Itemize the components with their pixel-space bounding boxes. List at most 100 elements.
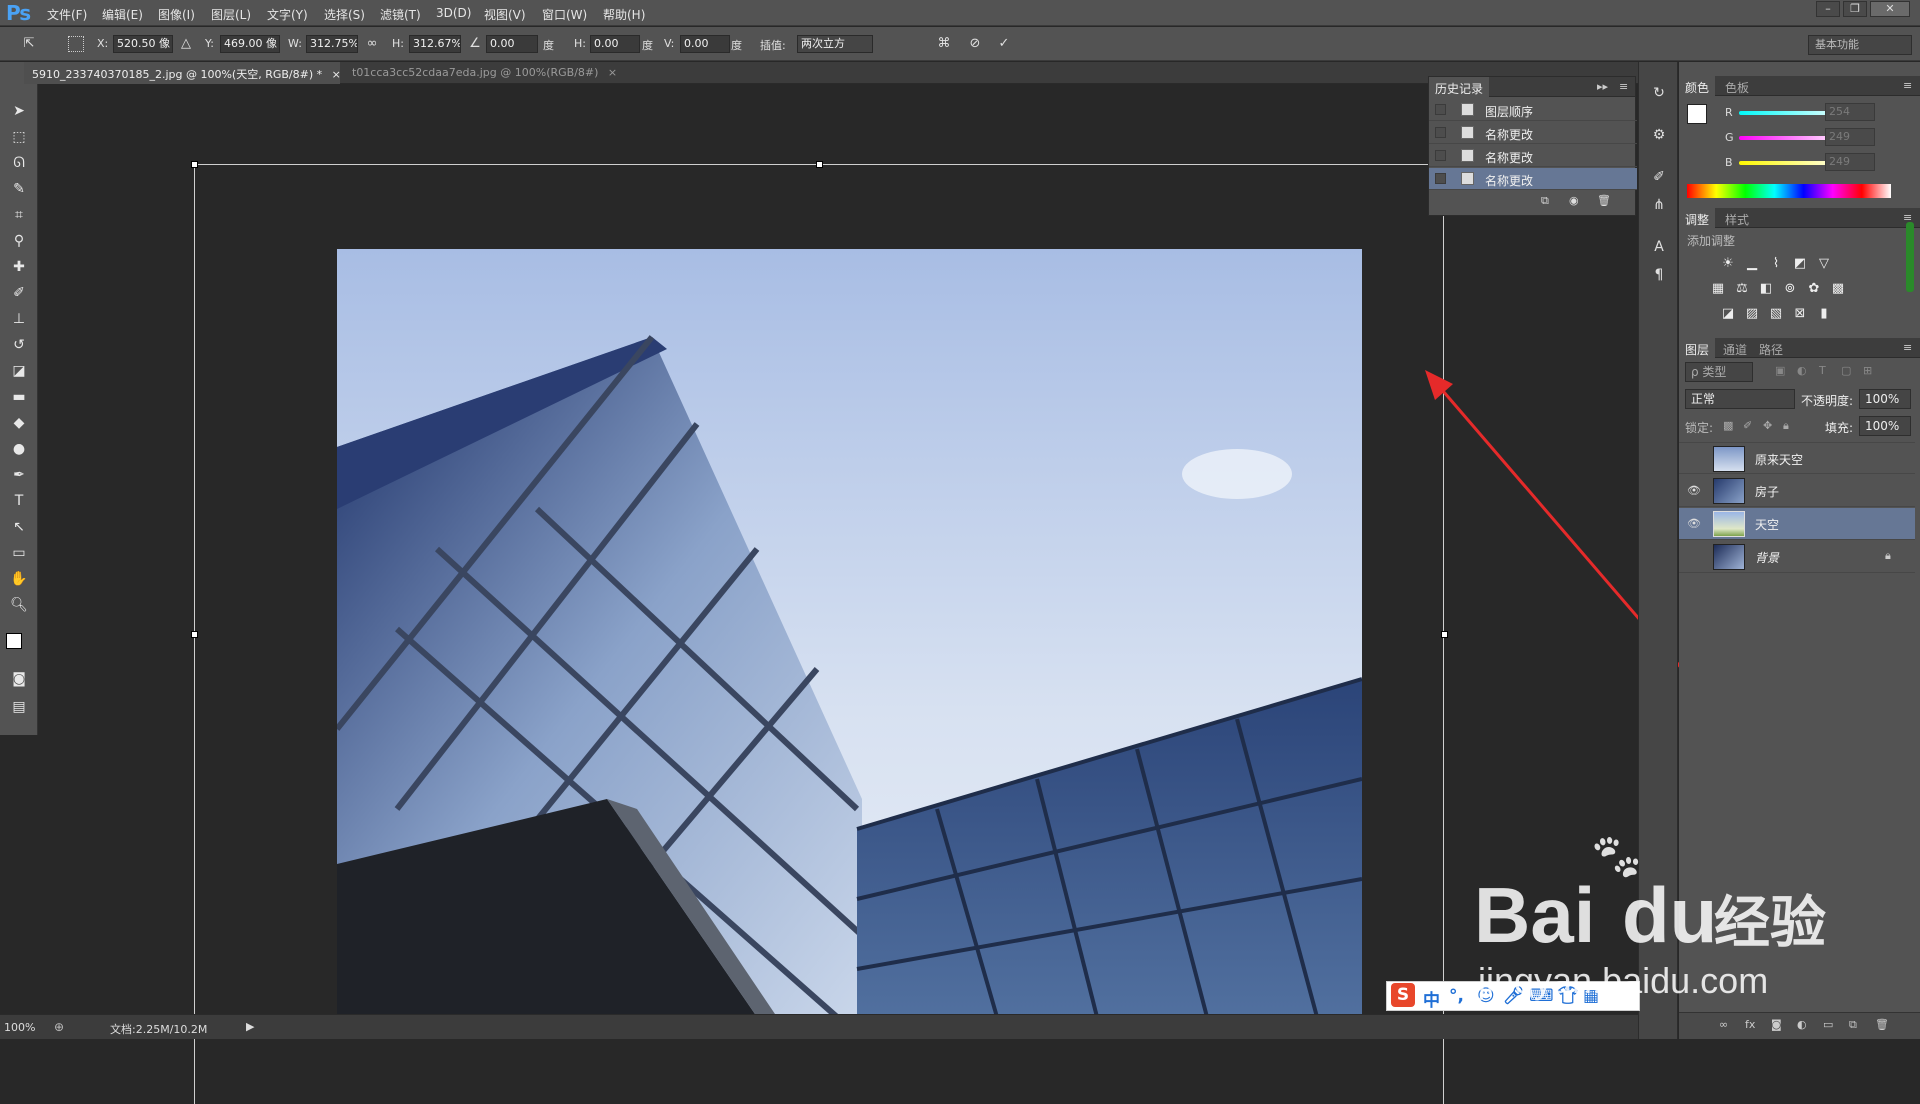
gradient-tool-icon[interactable]: ▬ xyxy=(8,386,30,408)
history-checkbox[interactable] xyxy=(1435,173,1446,184)
status-icon[interactable]: ⊕ xyxy=(54,1020,64,1034)
panel-menu-icon[interactable]: ≡ xyxy=(1903,341,1912,354)
marquee-tool-icon[interactable]: ⬚ xyxy=(8,126,30,148)
new-document-from-state-icon[interactable]: ⧉ xyxy=(1541,194,1549,208)
visibility-toggle-off[interactable] xyxy=(1687,550,1701,564)
collapse-icon[interactable]: ▸▸ xyxy=(1597,80,1608,93)
document-image[interactable] xyxy=(337,249,1362,1017)
blur-tool-icon[interactable]: ◆ xyxy=(8,412,30,434)
channel-g-field[interactable]: 249 xyxy=(1825,128,1875,146)
status-arrow-icon[interactable]: ▶ xyxy=(246,1020,254,1033)
warp-icon[interactable]: ⌘ xyxy=(935,35,953,53)
stamp-tool-icon[interactable]: ⊥ xyxy=(8,308,30,330)
history-item-selected[interactable]: 名称更改 xyxy=(1429,168,1637,190)
eye-icon[interactable]: 👁︎ xyxy=(1687,484,1701,498)
commit-transform-icon[interactable]: ✓ xyxy=(995,35,1013,53)
lasso-tool-icon[interactable]: ᘏ xyxy=(8,152,30,174)
move-tool-icon[interactable]: ➤ xyxy=(8,100,30,122)
menu-file[interactable]: 文件(F) xyxy=(47,6,87,23)
crop-tool-icon[interactable]: ⌗ xyxy=(8,204,30,226)
layer-name[interactable]: 原来天空 xyxy=(1755,451,1803,468)
menu-window[interactable]: 窗口(W) xyxy=(542,6,587,23)
layer-name[interactable]: 房子 xyxy=(1755,483,1779,500)
brightness-icon[interactable]: ☀ xyxy=(1719,255,1737,273)
foreground-swatch[interactable] xyxy=(1687,104,1707,124)
history-item[interactable]: 图层顺序 xyxy=(1429,99,1637,121)
angle-field[interactable]: 0.00 xyxy=(486,35,538,53)
panel-menu-icon[interactable]: ≡ xyxy=(1619,80,1628,93)
transform-handle[interactable] xyxy=(191,631,198,638)
screen-mode-icon[interactable]: ▤ xyxy=(8,696,30,718)
history-panel-icon[interactable]: ↻ xyxy=(1648,82,1670,104)
layer-name[interactable]: 天空 xyxy=(1755,516,1779,533)
color-lookup-icon[interactable]: ▩ xyxy=(1829,280,1847,298)
filter-type-icon[interactable]: T xyxy=(1819,364,1826,377)
visibility-toggle-off[interactable] xyxy=(1687,452,1701,466)
transform-tool-icon[interactable]: ⇱ xyxy=(20,35,38,53)
fill-field[interactable]: 100% xyxy=(1859,416,1911,436)
menu-filter[interactable]: 滤镜(T) xyxy=(380,6,421,23)
history-brush-icon[interactable]: ↺ xyxy=(8,334,30,356)
delta-icon[interactable]: △ xyxy=(177,35,195,53)
foreground-color-swatch[interactable] xyxy=(6,633,22,649)
tab-color[interactable]: 颜色 xyxy=(1679,76,1716,99)
brush-panel-icon[interactable]: ✐ xyxy=(1648,166,1670,188)
layer-row[interactable]: 原来天空 xyxy=(1679,442,1915,474)
path-select-tool-icon[interactable]: ↖ xyxy=(8,516,30,538)
panel-menu-icon[interactable]: ≡ xyxy=(1903,79,1912,92)
vibrance-icon[interactable]: ▽ xyxy=(1815,255,1833,273)
sogou-logo-icon[interactable]: S xyxy=(1391,983,1415,1007)
brush-presets-icon[interactable]: ⋔ xyxy=(1648,194,1670,216)
layer-name[interactable]: 背景 xyxy=(1755,549,1779,566)
menu-help[interactable]: 帮助(H) xyxy=(603,6,645,23)
layer-filter-select[interactable]: ρ 类型 xyxy=(1685,362,1753,382)
eraser-tool-icon[interactable]: ◪ xyxy=(8,360,30,382)
dodge-tool-icon[interactable]: ● xyxy=(8,438,30,460)
tab-paths[interactable]: 路径 xyxy=(1759,341,1783,358)
menu-edit[interactable]: 编辑(E) xyxy=(102,6,143,23)
hskew-field[interactable]: 0.00 xyxy=(590,35,640,53)
lock-transparent-icon[interactable]: ▩ xyxy=(1723,419,1733,432)
lock-pixels-icon[interactable]: ✐ xyxy=(1743,419,1752,432)
pen-tool-icon[interactable]: ✒ xyxy=(8,464,30,486)
character-panel-icon[interactable]: A xyxy=(1648,236,1670,258)
zoom-level[interactable]: 100% xyxy=(4,1021,35,1034)
canvas-area[interactable]: ✛ xyxy=(39,84,1809,1104)
filter-shape-icon[interactable]: ▢ xyxy=(1841,364,1851,377)
new-adjustment-icon[interactable]: ◐ xyxy=(1797,1018,1807,1031)
layer-style-icon[interactable]: fx xyxy=(1745,1018,1755,1031)
history-checkbox[interactable] xyxy=(1435,150,1446,161)
filter-smart-icon[interactable]: ⊞ xyxy=(1863,364,1872,377)
menu-select[interactable]: 选择(S) xyxy=(324,6,365,23)
x-field[interactable]: 520.50 像 xyxy=(113,35,173,53)
adjust-scrollbar[interactable] xyxy=(1906,222,1914,292)
layer-row[interactable]: 👁︎ 房子 xyxy=(1679,475,1915,507)
workspace-select[interactable]: 基本功能 xyxy=(1808,35,1912,55)
black-white-icon[interactable]: ◧ xyxy=(1757,280,1775,298)
restore-button[interactable]: ❐ xyxy=(1843,1,1867,17)
snapshot-icon[interactable]: ◉ xyxy=(1569,194,1579,207)
history-tab[interactable]: 历史记录 xyxy=(1429,77,1490,100)
quick-select-tool-icon[interactable]: ✎ xyxy=(8,178,30,200)
gradient-map-icon[interactable]: ▮ xyxy=(1815,305,1833,323)
channel-mixer-icon[interactable]: ✿ xyxy=(1805,280,1823,298)
height-field[interactable]: 312.67% xyxy=(409,35,461,53)
interpolation-select[interactable]: 两次立方 xyxy=(797,35,873,53)
layer-row-selected[interactable]: 👁︎ 天空 xyxy=(1679,508,1915,540)
healing-tool-icon[interactable]: ✚ xyxy=(8,256,30,278)
history-item[interactable]: 名称更改 xyxy=(1429,122,1637,144)
tab-channels[interactable]: 通道 xyxy=(1723,341,1747,358)
delete-layer-icon[interactable]: 🗑︎ xyxy=(1875,1018,1889,1031)
new-group-icon[interactable]: ▭ xyxy=(1823,1018,1833,1031)
menu-3d[interactable]: 3D(D) xyxy=(436,6,471,20)
lock-all-icon[interactable]: 🔒︎ xyxy=(1783,419,1789,433)
y-field[interactable]: 469.00 像 xyxy=(220,35,280,53)
selective-color-icon[interactable]: ⊠ xyxy=(1791,305,1809,323)
transform-handle[interactable] xyxy=(816,161,823,168)
levels-icon[interactable]: ▁ xyxy=(1743,255,1761,273)
reference-point-icon[interactable] xyxy=(68,36,84,52)
curves-icon[interactable]: ⌇ xyxy=(1767,255,1785,273)
brush-tool-icon[interactable]: ✐ xyxy=(8,282,30,304)
layer-row[interactable]: 背景 🔒︎ xyxy=(1679,541,1915,573)
lock-position-icon[interactable]: ✥ xyxy=(1763,419,1772,432)
